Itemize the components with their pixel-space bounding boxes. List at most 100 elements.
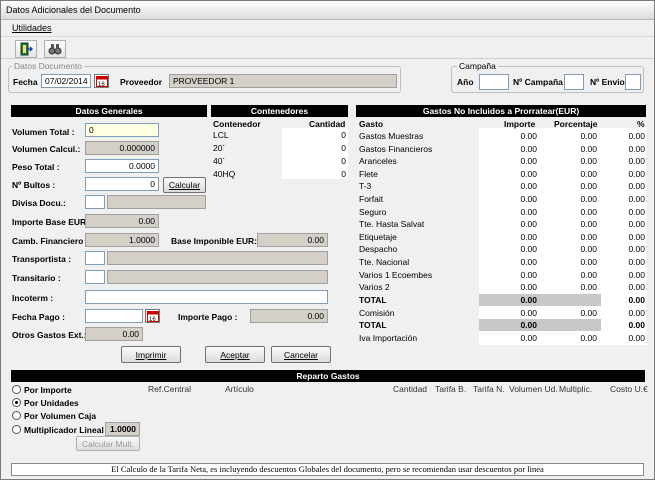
gasto-row-name: Gastos Financieros: [359, 143, 433, 154]
menu-utilidades[interactable]: Utilidades: [12, 23, 52, 33]
gasto-row-importe[interactable]: 0.00: [479, 156, 537, 166]
gasto-row-importe[interactable]: 0.00: [479, 207, 537, 217]
gasto-row-name: Tte. Nacional: [359, 257, 410, 267]
window-title: Datos Adicionales del Documento: [6, 5, 141, 15]
transitario-description: [107, 270, 328, 284]
gasto-row-porcentaje[interactable]: 0.00: [541, 169, 597, 179]
contenedor-row-name: 40´: [213, 156, 226, 166]
contenedor-row-name: 40HQ: [213, 169, 236, 179]
reparto-col-header[interactable]: Tarifa N.: [473, 384, 505, 394]
gasto-row-porcentaje[interactable]: 0.00: [541, 207, 597, 217]
gasto-row-pct: 0.00: [628, 219, 645, 230]
por-unidades-radio[interactable]: [12, 398, 21, 407]
importe-base-label: Importe Base EUR: [12, 217, 87, 227]
transportista-code-input[interactable]: [85, 251, 105, 265]
gasto-row-pct: 0.00: [628, 194, 645, 204]
gasto-row-porcentaje[interactable]: 0.00: [541, 219, 597, 229]
reparto-col-header[interactable]: Multiplic.: [559, 384, 592, 394]
gasto-row-importe[interactable]: 0.00: [479, 270, 537, 280]
gasto-row-porcentaje[interactable]: 0.00: [541, 144, 597, 154]
volumen-calcul-value: 0.000000: [85, 141, 159, 155]
gasto-row-pct: 0.00: [628, 181, 645, 192]
exit-button[interactable]: [15, 40, 37, 58]
gasto-row-name: Aranceles: [359, 156, 397, 167]
fecha-pago-calendar-button[interactable]: 16: [145, 309, 160, 323]
contenedor-row-qty[interactable]: 0: [284, 143, 346, 153]
gasto-row-pct: 0.00: [628, 257, 645, 267]
contenedor-row-qty[interactable]: 0: [284, 156, 346, 166]
status-bar: El Calculo de la Tarifa Neta, es incluye…: [11, 463, 644, 476]
gasto-row-importe[interactable]: 0.00: [479, 219, 537, 229]
proveedor-input[interactable]: PROVEEDOR 1: [169, 74, 397, 88]
gasto-row-pct: 0.00: [628, 131, 645, 141]
multiplicador-value[interactable]: 1.0000: [105, 422, 140, 436]
gasto-row-porcentaje[interactable]: 0.00: [541, 156, 597, 166]
total2-pct: 0.00: [628, 320, 645, 330]
search-button[interactable]: [44, 40, 66, 58]
cancelar-button[interactable]: Cancelar: [271, 346, 331, 363]
calcular-mult-button[interactable]: Calcular Mult.: [76, 436, 140, 451]
datos-documento-title: Datos Documento: [12, 61, 85, 71]
gasto-row-importe[interactable]: 0.00: [479, 144, 537, 154]
divisa-code-input[interactable]: [85, 195, 105, 209]
gastos-header: Gastos No Incluidos a Prorratear(EUR): [356, 105, 646, 117]
gasto-row-name: T-3: [359, 181, 372, 192]
iva-importe: 0.00: [520, 333, 537, 343]
gasto-row-importe[interactable]: 0.00: [479, 244, 537, 254]
gasto-row-porcentaje[interactable]: 0.00: [541, 181, 597, 191]
transitario-code-input[interactable]: [85, 270, 105, 284]
imprimir-button[interactable]: Imprimir: [121, 346, 181, 363]
num-envio-input[interactable]: [625, 74, 641, 90]
ano-input[interactable]: [479, 74, 509, 90]
gasto-row-porcentaje[interactable]: 0.00: [541, 282, 597, 292]
gasto-row-importe[interactable]: 0.00: [479, 282, 537, 292]
gasto-row-importe[interactable]: 0.00: [479, 232, 537, 242]
gasto-row-importe[interactable]: 0.00: [479, 257, 537, 267]
fecha-input[interactable]: 07/02/2014: [41, 74, 91, 88]
reparto-col-header[interactable]: Ref.Central: [148, 384, 191, 394]
calendar-icon: 16: [146, 310, 159, 322]
reparto-col-header[interactable]: Cantidad: [393, 384, 427, 394]
fecha-label: Fecha: [13, 77, 38, 87]
gasto-row-porcentaje[interactable]: 0.00: [541, 257, 597, 267]
gasto-row-pct: 0.00: [628, 282, 645, 293]
comision-label: Comisión: [359, 308, 395, 318]
gasto-row-porcentaje[interactable]: 0.00: [541, 244, 597, 254]
incoterm-input[interactable]: [85, 290, 328, 304]
gasto-row-porcentaje[interactable]: 0.00: [541, 131, 597, 141]
aceptar-button[interactable]: Aceptar: [205, 346, 265, 363]
gasto-row-importe[interactable]: 0.00: [479, 169, 537, 179]
gasto-row-importe[interactable]: 0.00: [479, 131, 537, 141]
contenedor-row-qty[interactable]: 0: [284, 169, 346, 179]
calcular-button[interactable]: Calcular: [163, 177, 206, 193]
transportista-description: [107, 251, 328, 265]
peso-total-input[interactable]: 0.0000: [85, 159, 159, 173]
reparto-col-header[interactable]: Artículo: [225, 384, 254, 394]
title-bar: Datos Adicionales del Documento: [1, 1, 654, 20]
comision-importe: 0.00: [520, 308, 537, 318]
contenedor-row-qty[interactable]: 0: [284, 130, 346, 140]
gasto-row-importe[interactable]: 0.00: [479, 194, 537, 204]
por-volumen-radio[interactable]: [12, 411, 21, 420]
por-importe-label: Por Importe: [24, 385, 72, 395]
gasto-row-pct: 0.00: [628, 231, 645, 242]
fecha-calendar-button[interactable]: 16: [94, 74, 109, 88]
reparto-col-header[interactable]: Costo U.€: [610, 384, 648, 394]
gasto-row-porcentaje[interactable]: 0.00: [541, 232, 597, 242]
fecha-pago-input[interactable]: [85, 309, 143, 323]
reparto-col-header[interactable]: Tarifa B.: [435, 384, 466, 394]
gastos-col-porcentaje: Porcentaje: [554, 119, 598, 129]
num-campana-input[interactable]: [564, 74, 584, 90]
multiplicador-radio[interactable]: [12, 425, 21, 434]
camb-financiero-value[interactable]: 1.0000: [85, 233, 159, 247]
gasto-row-importe[interactable]: 0.00: [479, 181, 537, 191]
gasto-row-porcentaje[interactable]: 0.00: [541, 194, 597, 204]
camb-financiero-label: Camb. Financiero: [12, 236, 84, 246]
bultos-input[interactable]: 0: [85, 177, 159, 191]
reparto-col-header[interactable]: Volumen Ud.: [509, 384, 558, 394]
contenedor-row-name: LCL: [213, 130, 229, 140]
volumen-total-input[interactable]: 0: [85, 123, 159, 137]
calcular-mult-label: Calcular Mult.: [82, 438, 134, 449]
por-importe-radio[interactable]: [12, 385, 21, 394]
gasto-row-porcentaje[interactable]: 0.00: [541, 270, 597, 280]
